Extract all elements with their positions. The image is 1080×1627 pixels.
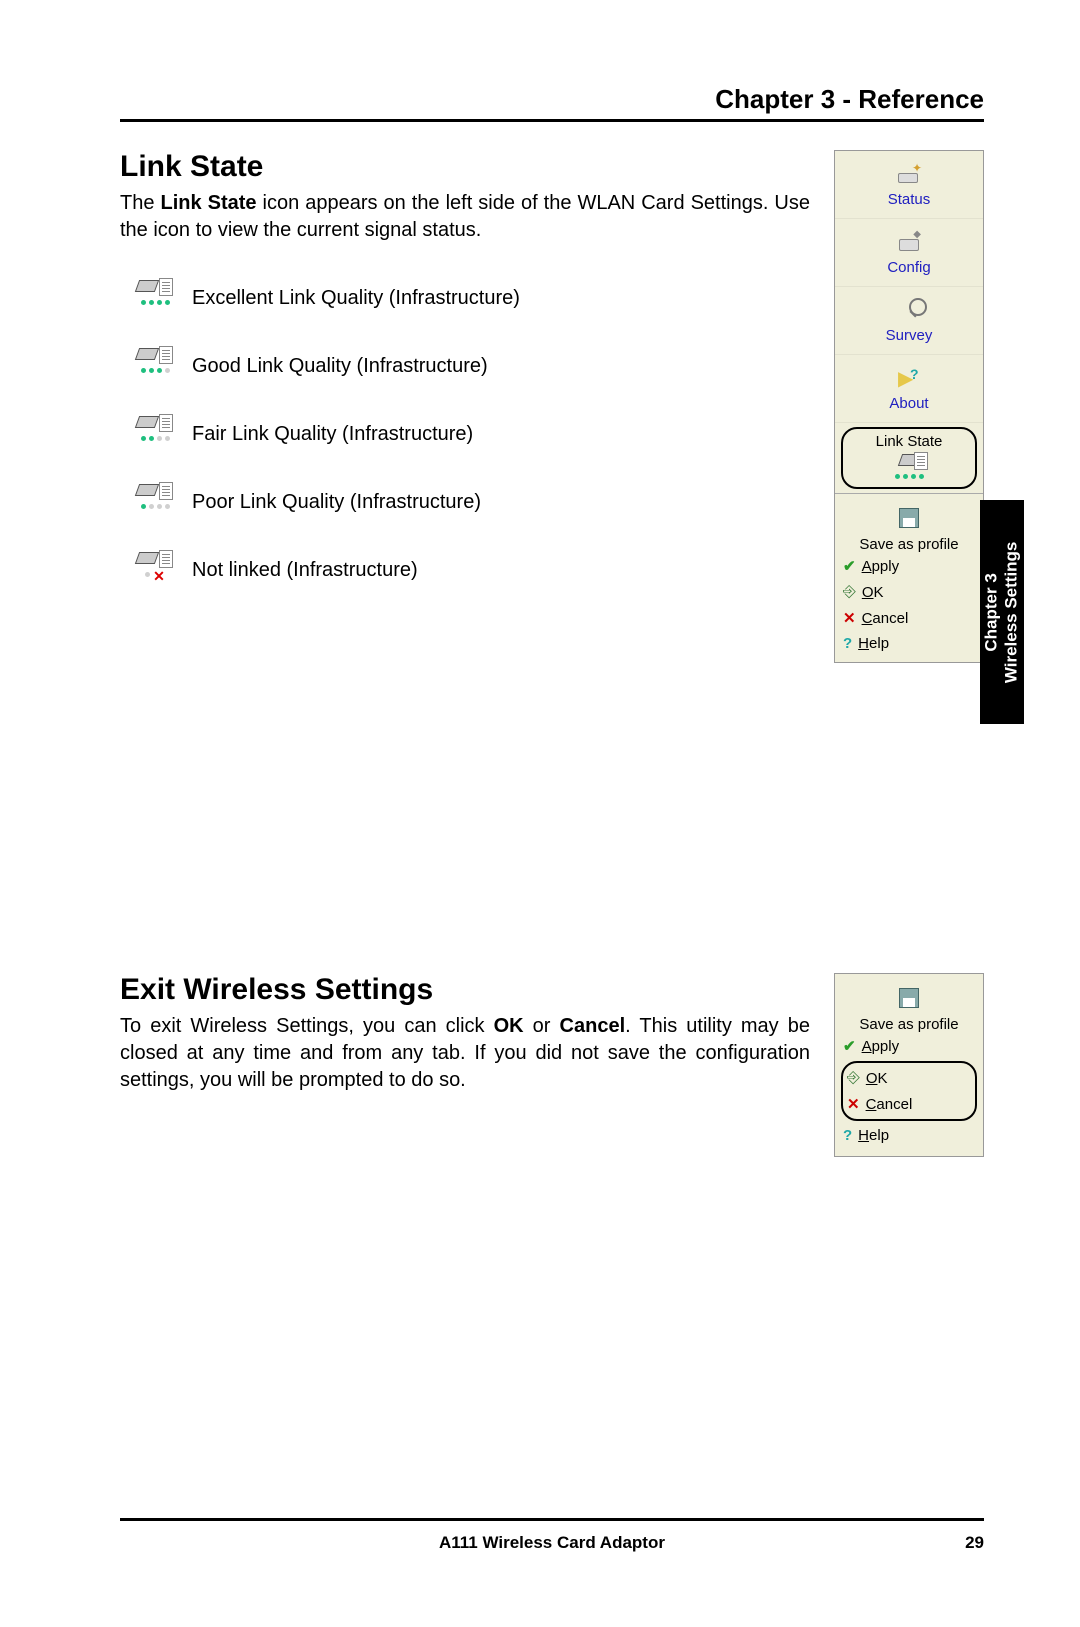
link-quality-list: Excellent Link Quality (Infrastructure) … <box>120 278 810 590</box>
list-item-label: Fair Link Quality (Infrastructure) <box>192 423 473 446</box>
exit-title: Exit Wireless Settings <box>120 973 810 1007</box>
sidebar-item-config[interactable]: Config <box>835 219 983 287</box>
ok-button[interactable]: ⎆OK <box>845 1065 973 1091</box>
list-item-label: Excellent Link Quality (Infrastructure) <box>192 287 520 310</box>
ok-icon: ⎆ <box>843 583 856 601</box>
config-icon <box>839 225 979 257</box>
survey-icon <box>839 293 979 325</box>
list-item: Fair Link Quality (Infrastructure) <box>128 414 810 454</box>
sidebar-item-label: Survey <box>839 327 979 344</box>
text: H <box>858 635 869 652</box>
save-as-profile[interactable]: Save as profile <box>841 502 977 553</box>
sidebar-item-label: Config <box>839 259 979 276</box>
check-icon: ✔ <box>843 557 856 575</box>
text: O <box>866 1070 878 1087</box>
save-icon <box>841 982 977 1014</box>
exit-sidebar: Save as profile ✔Apply ⎆OK ✕Cancel ?Help <box>834 973 984 1157</box>
signal-icon <box>128 278 182 318</box>
text: H <box>858 1127 869 1144</box>
text-bold: OK <box>494 1015 524 1037</box>
list-item-label: Good Link Quality (Infrastructure) <box>192 355 488 378</box>
sidebar-item-label: Save as profile <box>841 536 977 553</box>
cancel-button[interactable]: ✕Cancel <box>845 1091 973 1117</box>
list-item: Excellent Link Quality (Infrastructure) <box>128 278 810 318</box>
save-as-profile[interactable]: Save as profile <box>841 982 977 1033</box>
text: A <box>862 1038 872 1055</box>
text: or <box>524 1015 560 1037</box>
link-state-label: Link State <box>845 433 973 450</box>
list-item: Poor Link Quality (Infrastructure) <box>128 482 810 522</box>
text: C <box>862 610 873 627</box>
text: O <box>862 584 874 601</box>
list-item-label: Poor Link Quality (Infrastructure) <box>192 491 481 514</box>
text-bold: Cancel <box>560 1015 626 1037</box>
chapter-side-tab: Chapter 3 Wireless Settings <box>980 500 1024 724</box>
about-icon <box>839 361 979 393</box>
ok-button[interactable]: ⎆OK <box>841 579 977 605</box>
link-state-title: Link State <box>120 150 810 184</box>
list-item: ✕ Not linked (Infrastructure) <box>128 550 810 590</box>
help-button[interactable]: ?Help <box>841 631 977 656</box>
sidebar-item-about[interactable]: About <box>835 355 983 423</box>
text: To exit Wireless Settings, you can click <box>120 1015 494 1037</box>
help-icon: ? <box>843 1127 852 1144</box>
signal-icon <box>128 346 182 386</box>
text: The <box>120 192 160 214</box>
ok-icon: ⎆ <box>847 1069 860 1087</box>
exit-text: To exit Wireless Settings, you can click… <box>120 1013 810 1094</box>
sidebar-item-label: Save as profile <box>841 1016 977 1033</box>
text: A <box>862 558 872 575</box>
sidebar-item-label: About <box>839 395 979 412</box>
sidebar-item-status[interactable]: Status <box>835 151 983 219</box>
footer-page-number: 29 <box>965 1533 984 1553</box>
signal-icon <box>128 414 182 454</box>
close-icon: ✕ <box>843 609 856 627</box>
close-icon: ✕ <box>847 1095 860 1113</box>
signal-icon <box>128 482 182 522</box>
help-button[interactable]: ?Help <box>841 1123 977 1148</box>
help-icon: ? <box>843 635 852 652</box>
sidebar-item-label: Status <box>839 191 979 208</box>
list-item: Good Link Quality (Infrastructure) <box>128 346 810 386</box>
apply-button[interactable]: ✔Apply <box>841 1033 977 1059</box>
side-tab-line2: Wireless Settings <box>1002 541 1022 683</box>
signal-icon <box>845 452 973 470</box>
list-item-label: Not linked (Infrastructure) <box>192 559 418 582</box>
page-footer: A111 Wireless Card Adaptor 29 <box>120 1518 984 1553</box>
footer-product: A111 Wireless Card Adaptor <box>439 1533 665 1553</box>
check-icon: ✔ <box>843 1037 856 1055</box>
cancel-button[interactable]: ✕Cancel <box>841 605 977 631</box>
signal-icon: ✕ <box>128 550 182 590</box>
wlan-sidebar: Status Config Survey About Link State <box>834 150 984 663</box>
sidebar-item-survey[interactable]: Survey <box>835 287 983 355</box>
link-state-intro: The Link State icon appears on the left … <box>120 190 810 244</box>
side-tab-line1: Chapter 3 <box>982 541 1002 683</box>
save-icon <box>841 502 977 534</box>
sidebar-link-state: Link State <box>841 427 977 489</box>
status-icon <box>839 157 979 189</box>
link-state-bold: Link State <box>160 192 256 214</box>
apply-button[interactable]: ✔Apply <box>841 553 977 579</box>
text: C <box>866 1096 877 1113</box>
chapter-header: Chapter 3 - Reference <box>120 84 984 122</box>
